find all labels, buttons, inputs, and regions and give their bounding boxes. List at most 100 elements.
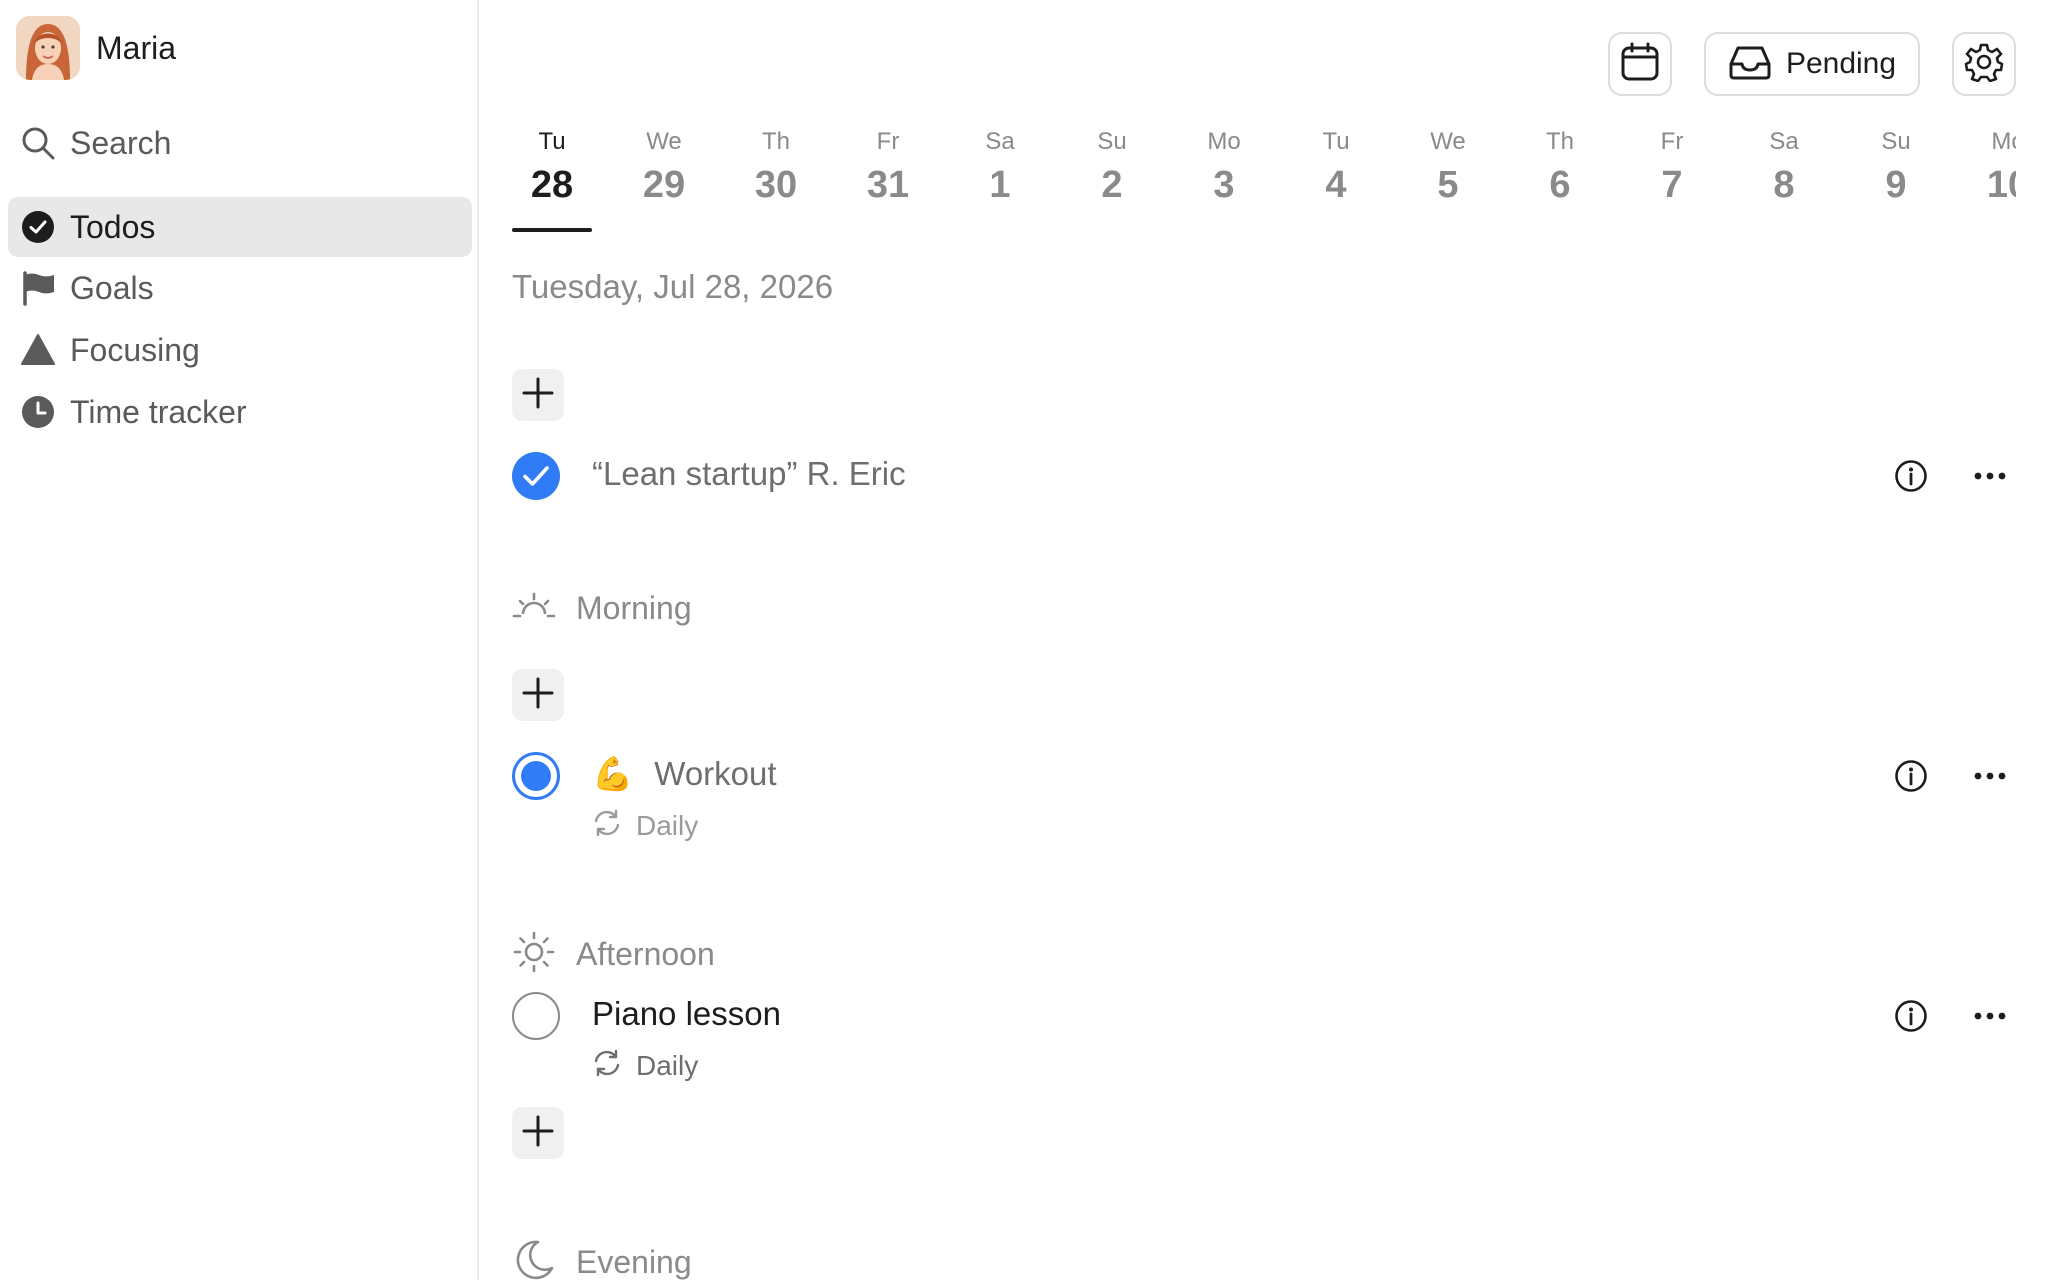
sidebar-item-label: Todos (70, 208, 156, 245)
calendar-icon (1620, 42, 1660, 87)
muscle-emoji-icon: 💪 (592, 755, 634, 792)
day-th-30[interactable]: Th 30 (720, 128, 832, 207)
sidebar-item-search[interactable]: Search (8, 113, 472, 173)
date-heading: Tuesday, Jul 28, 2026 (512, 268, 834, 305)
plus-icon (521, 376, 555, 415)
day-number: 1 (989, 164, 1011, 206)
day-th-6[interactable]: Th 6 (1504, 128, 1616, 207)
section-afternoon: Afternoon (512, 930, 715, 979)
todo-repeat: Daily (592, 808, 698, 843)
day-fr-31[interactable]: Fr 31 (832, 128, 944, 207)
day-number: 7 (1661, 164, 1683, 206)
todo-title-workout[interactable]: 💪 Workout (592, 755, 777, 794)
day-number: 2 (1101, 164, 1123, 206)
plus-icon (521, 1114, 555, 1153)
sidebar-item-todos[interactable]: Todos (8, 197, 472, 257)
settings-button[interactable] (1952, 32, 2016, 96)
day-name: We (1430, 128, 1466, 155)
day-number: 28 (530, 164, 574, 206)
sun-icon (512, 930, 556, 979)
section-label: Morning (576, 590, 692, 626)
sidebar-item-focusing[interactable]: Focusing (8, 320, 472, 380)
day-number: 10 (1986, 164, 2016, 206)
day-su-2[interactable]: Su 2 (1056, 128, 1168, 207)
info-icon[interactable] (1894, 459, 1928, 493)
day-number: 31 (866, 164, 910, 206)
day-sa-1[interactable]: Sa 1 (944, 128, 1056, 207)
moon-icon (512, 1238, 556, 1280)
add-afternoon-todo-button[interactable] (512, 1107, 564, 1159)
pending-label: Pending (1785, 47, 1897, 80)
todo-title-piano[interactable]: Piano lesson (592, 995, 781, 1033)
day-number: 5 (1437, 164, 1459, 206)
day-name: We (646, 128, 682, 155)
sidebar-item-label: Time tracker (70, 393, 247, 430)
user-name: Maria (96, 29, 177, 66)
section-evening: Evening (512, 1238, 692, 1280)
day-clip: Mo 10 (1960, 128, 2016, 228)
repeat-icon (592, 808, 622, 843)
day-name: Sa (985, 128, 1015, 155)
day-number: 4 (1325, 164, 1347, 206)
sidebar-item-goals[interactable]: Goals (8, 258, 472, 318)
sidebar-item-label: Focusing (70, 331, 200, 368)
day-number: 6 (1549, 164, 1571, 206)
todo-title-text: Workout (654, 755, 777, 792)
sunrise-icon (512, 584, 556, 633)
day-name: Sa (1769, 128, 1799, 155)
day-su-9[interactable]: Su 9 (1840, 128, 1952, 207)
day-name: Tu (538, 128, 566, 155)
day-fr-7[interactable]: Fr 7 (1616, 128, 1728, 207)
day-name: Th (1545, 128, 1574, 155)
calendar-button[interactable] (1608, 32, 1672, 96)
section-label: Evening (576, 1244, 692, 1280)
info-icon[interactable] (1894, 759, 1928, 793)
day-sa-8[interactable]: Sa 8 (1728, 128, 1840, 207)
todo-checkbox-open[interactable] (512, 992, 560, 1040)
section-label: Afternoon (576, 936, 715, 972)
day-name: Fr (876, 128, 900, 155)
todo-checkbox-completed[interactable] (512, 452, 560, 500)
day-we-5[interactable]: We 5 (1392, 128, 1504, 207)
add-todo-button[interactable] (512, 369, 564, 421)
day-tu-4[interactable]: Tu 4 (1280, 128, 1392, 207)
day-name: Fr (1660, 128, 1684, 155)
inbox-tray-icon (1728, 44, 1772, 85)
pending-button[interactable]: Pending (1704, 32, 1920, 96)
progress-dot (521, 761, 551, 791)
day-number: 29 (642, 164, 686, 206)
day-mo-10[interactable]: Mo 10 (1960, 128, 2016, 207)
info-icon[interactable] (1894, 999, 1928, 1033)
todo-repeat: Daily (592, 1048, 698, 1083)
day-number: 3 (1213, 164, 1235, 206)
sidebar-item-time-tracker[interactable]: Time tracker (8, 382, 472, 442)
more-options-icon[interactable] (1972, 1009, 2008, 1021)
day-name: Mo (1207, 128, 1241, 155)
avatar (16, 16, 80, 80)
day-name: Tu (1322, 128, 1350, 155)
day-number: 9 (1885, 164, 1907, 206)
search-icon (20, 125, 56, 161)
plus-icon (521, 676, 555, 715)
day-mo-3[interactable]: Mo 3 (1168, 128, 1280, 207)
checkmark-icon (523, 466, 549, 486)
repeat-label: Daily (636, 1049, 699, 1081)
todo-checkbox-in-progress[interactable] (512, 752, 560, 800)
selected-day-indicator (512, 228, 592, 232)
check-circle-icon (20, 209, 56, 245)
more-options-icon[interactable] (1972, 769, 2008, 781)
triangle-icon (20, 332, 56, 368)
sidebar-item-label: Goals (70, 269, 154, 306)
add-morning-todo-button[interactable] (512, 669, 564, 721)
day-name: Su (1881, 128, 1911, 155)
gear-icon (1964, 42, 2004, 87)
user-profile[interactable]: Maria (16, 16, 176, 80)
todo-title[interactable]: “Lean startup” R. Eric (592, 455, 906, 493)
more-options-icon[interactable] (1972, 469, 2008, 481)
sidebar-item-label: Search (70, 124, 172, 161)
day-we-29[interactable]: We 29 (608, 128, 720, 207)
flag-icon (20, 270, 56, 306)
day-name: Su (1097, 128, 1127, 155)
day-tu-28[interactable]: Tu 28 (496, 128, 608, 207)
repeat-icon (592, 1048, 622, 1083)
